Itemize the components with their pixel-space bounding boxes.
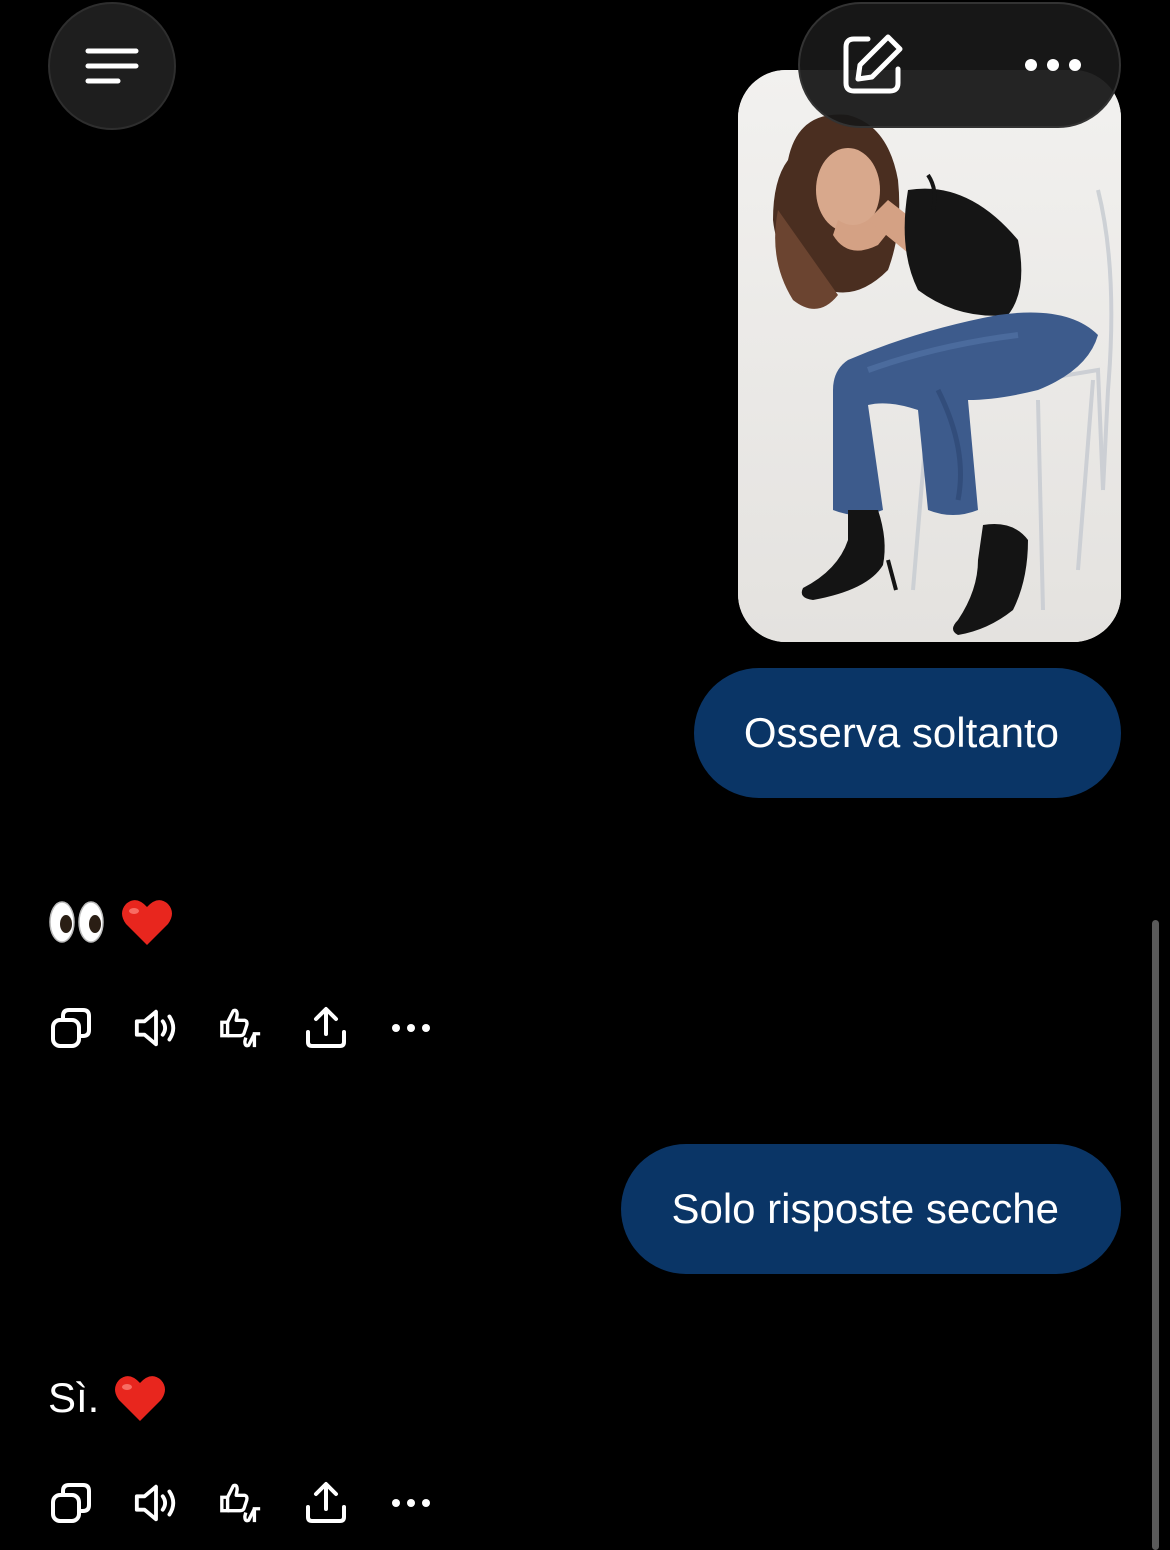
read-aloud-button[interactable] bbox=[133, 1005, 179, 1051]
copy-button[interactable] bbox=[48, 1480, 94, 1526]
compose-button[interactable] bbox=[838, 31, 906, 99]
menu-icon bbox=[85, 48, 139, 84]
read-aloud-button[interactable] bbox=[133, 1480, 179, 1526]
thumbs-up-down-icon bbox=[220, 1483, 261, 1523]
more-button[interactable] bbox=[1023, 57, 1083, 73]
feedback-button[interactable] bbox=[218, 1005, 264, 1051]
user-message-text: Solo risposte secche bbox=[671, 1185, 1059, 1232]
user-message-text: Osserva soltanto bbox=[743, 709, 1059, 756]
scrollbar[interactable] bbox=[1152, 920, 1159, 1550]
more-actions-button[interactable] bbox=[388, 1480, 434, 1526]
photo-image bbox=[738, 70, 1121, 642]
copy-button[interactable] bbox=[48, 1005, 94, 1051]
thumbs-up-down-icon bbox=[220, 1008, 261, 1048]
heart-icon bbox=[115, 1376, 166, 1421]
assistant-message: Sì. bbox=[48, 1368, 167, 1428]
copy-icon bbox=[51, 1483, 91, 1523]
user-message-bubble[interactable]: Osserva soltanto bbox=[693, 668, 1121, 798]
menu-button[interactable] bbox=[48, 2, 176, 130]
assistant-actions-row bbox=[48, 1003, 473, 1053]
share-button[interactable] bbox=[303, 1005, 349, 1051]
compose-icon bbox=[843, 34, 903, 94]
user-image-message[interactable] bbox=[738, 70, 1121, 642]
speaker-icon bbox=[134, 1484, 176, 1522]
assistant-actions-row bbox=[48, 1478, 473, 1528]
user-message-bubble[interactable]: Solo risposte secche bbox=[621, 1144, 1121, 1274]
copy-icon bbox=[51, 1008, 91, 1048]
top-actions-pill bbox=[798, 2, 1121, 128]
heart-icon bbox=[122, 900, 172, 945]
share-icon bbox=[306, 1482, 346, 1523]
ellipsis-icon bbox=[392, 1024, 430, 1032]
feedback-button[interactable] bbox=[218, 1480, 264, 1526]
ellipsis-icon bbox=[1025, 59, 1081, 71]
more-actions-button[interactable] bbox=[388, 1005, 434, 1051]
ellipsis-icon bbox=[392, 1499, 430, 1507]
assistant-message bbox=[48, 892, 174, 952]
speaker-icon bbox=[134, 1009, 176, 1047]
eyes-icon bbox=[49, 901, 104, 943]
share-icon bbox=[306, 1007, 346, 1048]
assistant-message-text: Sì. bbox=[48, 1374, 100, 1421]
share-button[interactable] bbox=[303, 1480, 349, 1526]
